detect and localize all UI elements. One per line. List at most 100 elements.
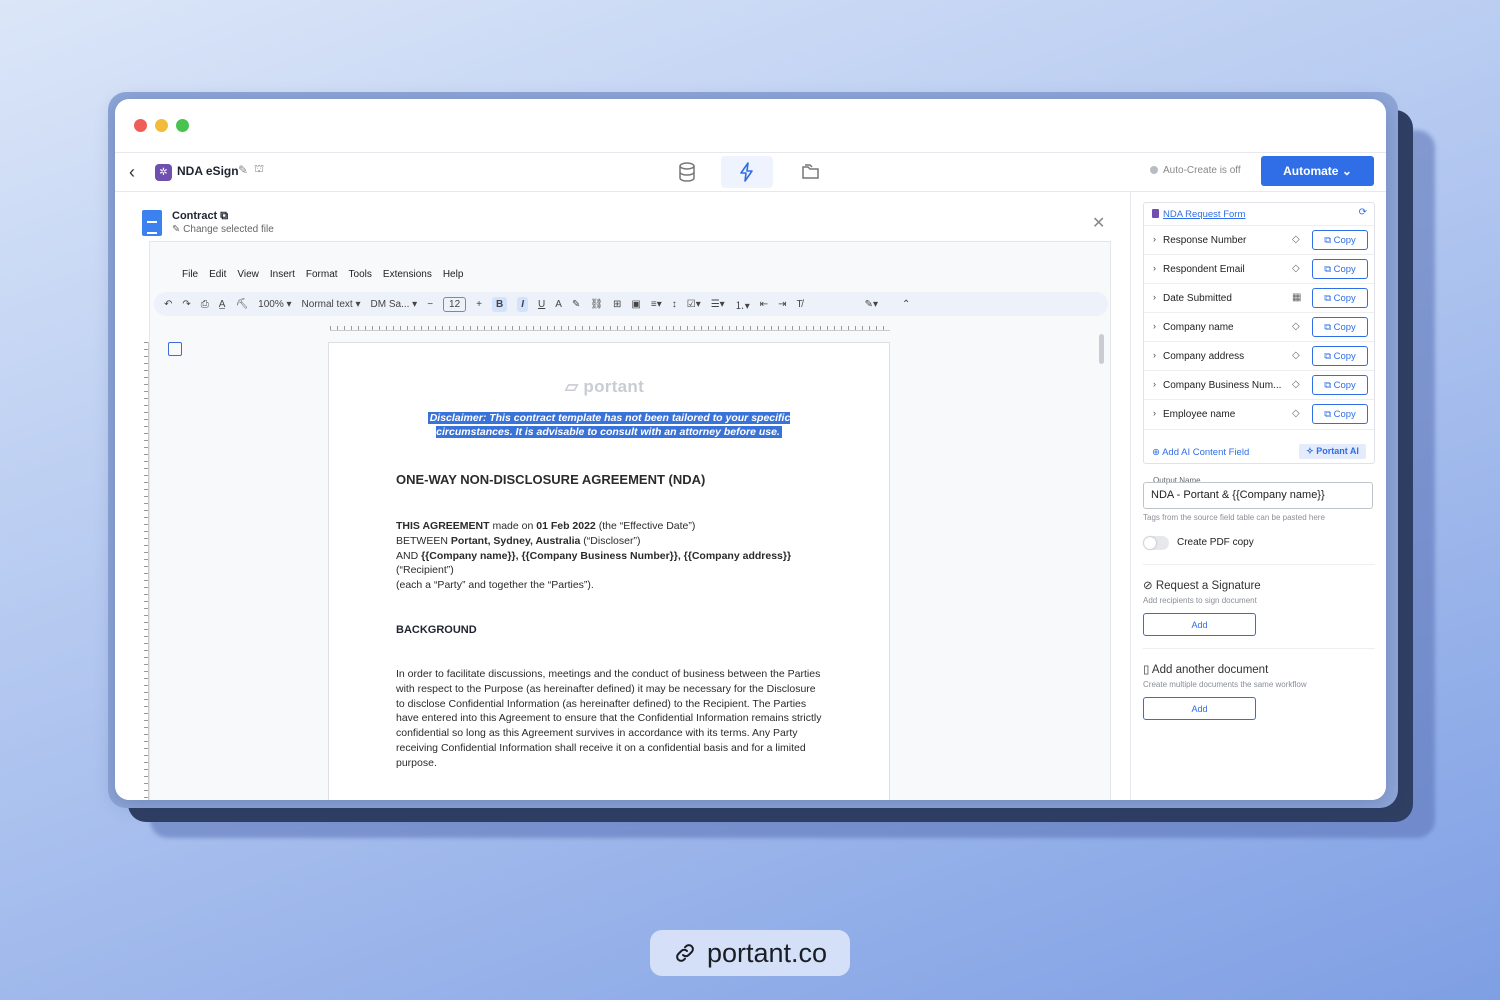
field-row[interactable]: › Company address ◇ ⧉ Copy bbox=[1144, 341, 1374, 371]
scrollbar[interactable] bbox=[1099, 334, 1104, 364]
chevron-right-icon[interactable]: › bbox=[1153, 350, 1156, 360]
add-document-title-text: Add another document bbox=[1151, 664, 1269, 676]
chevron-right-icon[interactable]: › bbox=[1153, 292, 1156, 302]
back-arrow-icon[interactable]: ‹ bbox=[129, 163, 143, 181]
style-select[interactable]: Normal text ▾ bbox=[302, 299, 361, 310]
tab-data-source[interactable] bbox=[661, 156, 713, 188]
tab-automation[interactable] bbox=[721, 156, 773, 188]
tag-icon: ◇ bbox=[1292, 321, 1300, 332]
document-outline-icon[interactable] bbox=[168, 342, 182, 356]
spellcheck-icon[interactable]: A̲ bbox=[219, 299, 226, 310]
pdf-copy-toggle[interactable] bbox=[1143, 536, 1169, 550]
paint-format-icon[interactable]: ⛏ bbox=[235, 299, 248, 310]
discloser-label: (“Discloser”) bbox=[580, 534, 641, 547]
website-url-badge[interactable]: portant.co bbox=[650, 930, 850, 976]
field-row[interactable]: › Employee name ◇ ⧉ Copy bbox=[1144, 399, 1374, 429]
menu-file[interactable]: File bbox=[182, 269, 198, 280]
add-ai-field-link[interactable]: ⊕ Add AI Content Field bbox=[1152, 447, 1249, 458]
menu-tools[interactable]: Tools bbox=[349, 269, 372, 280]
copy-button[interactable]: ⧉ Copy bbox=[1312, 346, 1368, 366]
field-row[interactable]: › Respondent Email ◇ ⧉ Copy bbox=[1144, 254, 1374, 284]
automate-button[interactable]: Automate ⌄ bbox=[1261, 156, 1374, 186]
redo-icon[interactable]: ↷ bbox=[182, 299, 190, 310]
link-icon[interactable]: ⛓ bbox=[590, 299, 603, 310]
copy-label: Copy bbox=[1333, 292, 1356, 304]
indent-decrease-icon[interactable]: ⇤ bbox=[760, 299, 768, 310]
watermark-text: portant bbox=[583, 377, 645, 396]
copy-button[interactable]: ⧉ Copy bbox=[1312, 288, 1368, 308]
comment-icon[interactable]: ⊞ bbox=[613, 299, 621, 310]
external-link-icon[interactable]: ⧉ bbox=[220, 210, 228, 222]
automation-panel: NDA Request Form ⟳ › Response Number ◇ ⧉… bbox=[1130, 192, 1386, 800]
font-select[interactable]: DM Sa... ▾ bbox=[370, 299, 417, 310]
chevron-right-icon[interactable]: › bbox=[1153, 234, 1156, 244]
close-icon[interactable]: ✕ bbox=[1092, 213, 1105, 233]
bullet-list-icon[interactable]: ☰▾ bbox=[711, 299, 725, 310]
tag-icon: ◇ bbox=[1292, 350, 1300, 361]
copy-button[interactable]: ⧉ Copy bbox=[1312, 404, 1368, 424]
menu-view[interactable]: View bbox=[237, 269, 259, 280]
copy-button[interactable]: ⧉ Copy bbox=[1312, 317, 1368, 337]
agreement-title: ONE-WAY NON-DISCLOSURE AGREEMENT (NDA) bbox=[396, 472, 706, 487]
signature-hint: Add recipients to sign document bbox=[1143, 596, 1257, 605]
copy-button[interactable]: ⧉ Copy bbox=[1312, 230, 1368, 250]
edit-pencil-icon[interactable]: ✎ bbox=[238, 163, 248, 177]
document-name[interactable]: Contract ⧉ bbox=[172, 210, 228, 223]
menu-extensions[interactable]: Extensions bbox=[383, 269, 432, 280]
text-color-icon[interactable]: A bbox=[555, 299, 562, 310]
close-window-button[interactable] bbox=[134, 119, 147, 132]
vertical-ruler[interactable] bbox=[140, 342, 149, 800]
change-file-link[interactable]: ✎ Change selected file bbox=[172, 224, 274, 235]
print-icon[interactable]: ⎙ bbox=[201, 299, 209, 310]
share-group-icon[interactable]: ⛫ bbox=[254, 163, 264, 177]
copy-button[interactable]: ⧉ Copy bbox=[1312, 375, 1368, 395]
menu-format[interactable]: Format bbox=[306, 269, 338, 280]
field-row[interactable]: › Company Business Num... ◇ ⧉ Copy bbox=[1144, 370, 1374, 400]
chevron-right-icon[interactable]: › bbox=[1153, 408, 1156, 418]
chevron-right-icon[interactable]: › bbox=[1153, 379, 1156, 389]
field-row[interactable]: › Response Number ◇ ⧉ Copy bbox=[1144, 225, 1374, 255]
undo-icon[interactable]: ↶ bbox=[164, 299, 172, 310]
chevron-right-icon[interactable]: › bbox=[1153, 321, 1156, 331]
editing-mode-icon[interactable]: ✎▾ bbox=[865, 299, 878, 310]
font-size-input[interactable]: 12 bbox=[443, 296, 467, 312]
zoom-select[interactable]: 100% ▾ bbox=[258, 299, 291, 310]
copy-button[interactable]: ⧉ Copy bbox=[1312, 259, 1368, 279]
tag-icon: ◇ bbox=[1292, 263, 1300, 274]
field-row[interactable]: › Company name ◇ ⧉ Copy bbox=[1144, 312, 1374, 342]
form-title-link[interactable]: NDA Request Form bbox=[1152, 209, 1245, 220]
indent-increase-icon[interactable]: ⇥ bbox=[778, 299, 786, 310]
checklist-icon[interactable]: ☑▾ bbox=[687, 299, 701, 310]
align-icon[interactable]: ≡▾ bbox=[651, 299, 662, 310]
add-document-button[interactable]: Add bbox=[1143, 697, 1256, 720]
increase-size-icon[interactable]: + bbox=[476, 299, 482, 310]
field-row[interactable]: › Date Submitted ▦ ⧉ Copy bbox=[1144, 283, 1374, 313]
portant-ai-button[interactable]: ✧ Portant AI bbox=[1299, 444, 1366, 459]
pencil-icon: ✎ bbox=[172, 224, 181, 235]
agreement-line-4: (each a “Party” and together the “Partie… bbox=[396, 579, 594, 592]
tab-outputs[interactable] bbox=[785, 156, 837, 188]
refresh-icon[interactable]: ⟳ bbox=[1359, 207, 1367, 218]
numbered-list-icon[interactable]: ⒈▾ bbox=[735, 297, 750, 312]
collapse-toolbar-icon[interactable]: ⌃ bbox=[902, 299, 910, 310]
menu-insert[interactable]: Insert bbox=[270, 269, 295, 280]
bold-icon[interactable]: B bbox=[492, 296, 508, 312]
minimize-window-button[interactable] bbox=[155, 119, 168, 132]
underline-icon[interactable]: U bbox=[538, 299, 545, 310]
output-name-input[interactable]: NDA - Portant & {{Company name}} bbox=[1143, 482, 1373, 509]
horizontal-ruler[interactable] bbox=[330, 322, 890, 331]
clear-format-icon[interactable]: T̸ bbox=[797, 299, 803, 310]
decrease-size-icon[interactable]: − bbox=[427, 299, 433, 310]
menu-edit[interactable]: Edit bbox=[209, 269, 226, 280]
line-spacing-icon[interactable]: ↕ bbox=[672, 299, 677, 310]
image-icon[interactable]: ▣ bbox=[631, 299, 640, 310]
document-page[interactable]: ▱ portant Disclaimer: This contract temp… bbox=[328, 342, 890, 800]
chevron-right-icon[interactable]: › bbox=[1153, 263, 1156, 273]
between-text: BETWEEN bbox=[396, 534, 451, 547]
italic-icon[interactable]: I bbox=[517, 296, 529, 312]
maximize-window-button[interactable] bbox=[176, 119, 189, 132]
recipient-tags: {{Company name}}, {{Company Business Num… bbox=[421, 549, 792, 562]
add-signature-button[interactable]: Add bbox=[1143, 613, 1256, 636]
highlight-icon[interactable]: ✎ bbox=[572, 299, 580, 310]
menu-help[interactable]: Help bbox=[443, 269, 464, 280]
